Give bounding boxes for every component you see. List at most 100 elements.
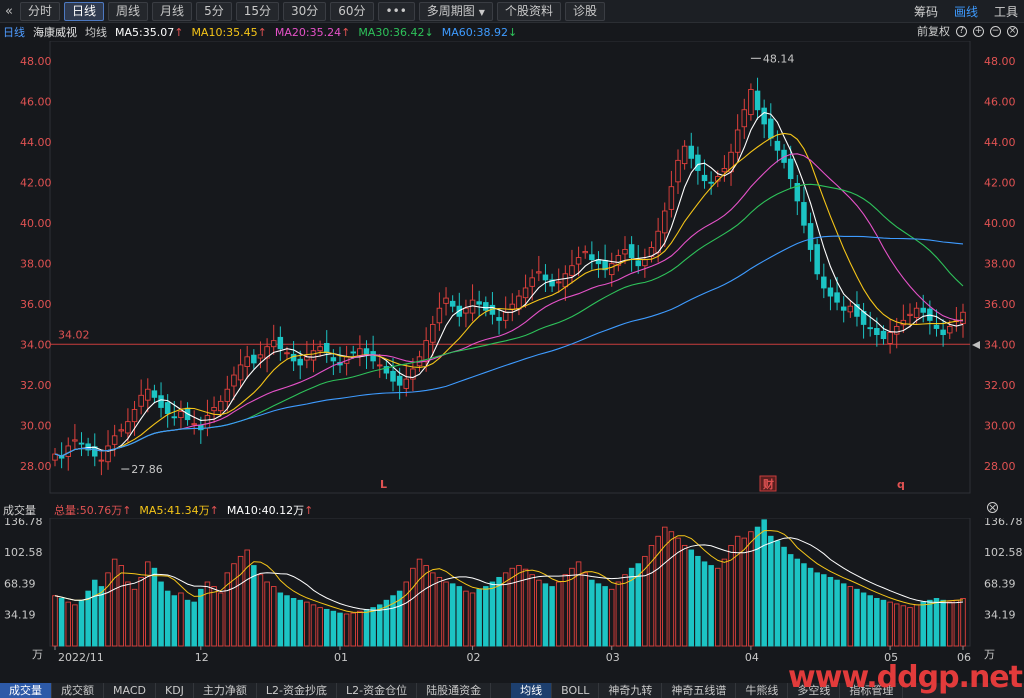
volume-bar bbox=[350, 612, 356, 647]
volume-bar bbox=[449, 583, 456, 647]
date-label: 04 bbox=[745, 651, 759, 664]
period-button-9[interactable]: 多周期图 ▼ bbox=[418, 2, 493, 21]
y-tick-right: 38.00 bbox=[984, 258, 1016, 271]
candle-body bbox=[125, 421, 131, 434]
period-button-5[interactable]: 15分 bbox=[235, 2, 279, 21]
volume-bar bbox=[847, 586, 854, 647]
toolbar-right-0[interactable]: 筹码 bbox=[914, 3, 938, 20]
ma60-line bbox=[54, 235, 964, 457]
volume-bar bbox=[781, 546, 787, 647]
candle-body bbox=[522, 287, 529, 299]
volume-bar bbox=[78, 599, 85, 647]
candle-body bbox=[509, 303, 516, 310]
indicator-tab-1[interactable]: 成交额 bbox=[52, 683, 104, 698]
volume-bar bbox=[754, 526, 761, 647]
candle-body bbox=[198, 424, 204, 431]
candle-body bbox=[681, 145, 688, 165]
volume-bar bbox=[953, 599, 960, 647]
volume-bar bbox=[217, 592, 224, 647]
candle-body bbox=[443, 297, 449, 304]
volume-bar bbox=[787, 554, 794, 647]
period-button-3[interactable]: 月线 bbox=[152, 2, 193, 21]
indicator-tab-12[interactable]: 牛熊线 bbox=[736, 683, 789, 698]
indicator-tab-4[interactable]: 主力净额 bbox=[194, 683, 257, 698]
volume-bar bbox=[549, 586, 555, 647]
indicator-tab-7[interactable]: 陆股通资金 bbox=[417, 683, 492, 698]
period-button-11[interactable]: 诊股 bbox=[564, 2, 605, 21]
candle-body bbox=[244, 356, 250, 367]
volume-bar bbox=[290, 598, 297, 647]
indicator-tab-3[interactable]: KDJ bbox=[156, 683, 194, 698]
y-tick-right: 44.00 bbox=[984, 136, 1016, 149]
indicator-tab-6[interactable]: L2-资金仓位 bbox=[337, 683, 418, 698]
candle-body bbox=[98, 459, 105, 462]
volume-title: 成交量 bbox=[3, 504, 36, 517]
y-tick-right: 34.00 bbox=[984, 339, 1016, 352]
indicator-tab-5[interactable]: L2-资金抄底 bbox=[257, 683, 338, 698]
candle-body bbox=[363, 348, 370, 356]
period-button-2[interactable]: 周线 bbox=[108, 2, 149, 21]
y-tick-left: 32.00 bbox=[20, 379, 52, 392]
volume-bar bbox=[880, 599, 887, 647]
indicator-tab-11[interactable]: 神奇五线谱 bbox=[662, 683, 737, 698]
indicator-tab-2[interactable]: MACD bbox=[104, 683, 156, 698]
indicator-tab-0[interactable]: 成交量 bbox=[0, 683, 52, 698]
volume-bar bbox=[118, 565, 125, 647]
volume-bar bbox=[675, 537, 681, 647]
plus-icon[interactable]: + bbox=[973, 25, 984, 37]
candle-body bbox=[463, 307, 469, 314]
double-chevron-left-icon[interactable]: « bbox=[2, 4, 16, 19]
volume-bar bbox=[443, 581, 449, 647]
ma30-value: MA30:36.42↓ bbox=[358, 25, 434, 39]
toolbar-right-2[interactable]: 工具 bbox=[994, 3, 1018, 20]
period-button-0[interactable]: 分时 bbox=[20, 2, 61, 21]
period-button-4[interactable]: 5分 bbox=[196, 2, 232, 21]
y-tick-left: 46.00 bbox=[20, 96, 52, 109]
question-icon[interactable]: ? bbox=[956, 25, 967, 37]
indicator-tab-9[interactable]: BOLL bbox=[552, 683, 600, 698]
period-button-7[interactable]: 60分 bbox=[330, 2, 374, 21]
minus-icon[interactable]: − bbox=[990, 25, 1001, 37]
volume-bar bbox=[622, 574, 628, 647]
volume-bar bbox=[131, 588, 138, 647]
candle-body bbox=[867, 327, 873, 330]
ma5-value: MA5:35.07↑ bbox=[115, 25, 184, 39]
candle-body bbox=[436, 307, 443, 324]
close-icon[interactable]: × bbox=[1007, 25, 1018, 37]
period-button-1[interactable]: 日线 bbox=[64, 2, 105, 21]
candle-body bbox=[880, 330, 887, 340]
avg-line-label[interactable]: 均线 bbox=[85, 24, 107, 40]
period-button-10[interactable]: 个股资料 bbox=[496, 2, 561, 21]
candle-body bbox=[721, 168, 728, 173]
volume-chart[interactable]: 136.78 136.78 102.58 102.58 68.39 68.39 34.19 3… bbox=[0, 518, 1024, 683]
y-tick-right: 48.00 bbox=[984, 55, 1016, 68]
adjust-select[interactable]: 前复权 bbox=[917, 23, 950, 39]
volume-bar bbox=[469, 592, 476, 647]
volume-bar bbox=[946, 601, 953, 647]
period-button-8[interactable]: ••• bbox=[377, 2, 415, 21]
volume-bar bbox=[715, 567, 721, 647]
volume-bar bbox=[522, 568, 529, 647]
toolbar-right-1[interactable]: 画线 bbox=[954, 3, 978, 20]
volume-bar bbox=[940, 599, 946, 647]
y-tick-left: 40.00 bbox=[20, 217, 52, 230]
candle-body bbox=[754, 90, 761, 111]
volume-bar bbox=[807, 567, 814, 647]
volume-bar bbox=[58, 598, 65, 647]
volume-y-tick-right: 34.19 bbox=[984, 609, 1016, 622]
volume-bar bbox=[277, 592, 284, 647]
volume-bar bbox=[681, 544, 688, 647]
volume-bar bbox=[436, 576, 443, 647]
candle-body bbox=[874, 328, 880, 335]
price-chart[interactable]: 48.00 48.00 46.00 46.00 44.00 44.00 42.00 42.00… bbox=[0, 41, 1024, 495]
y-tick-left: 48.00 bbox=[20, 55, 52, 68]
volume-total: 总量:50.76万↑ bbox=[54, 504, 132, 517]
period-button-6[interactable]: 30分 bbox=[282, 2, 327, 21]
volume-close-icon[interactable]: × bbox=[987, 502, 998, 513]
volume-bar bbox=[151, 567, 158, 647]
volume-bar bbox=[125, 581, 131, 647]
indicator-tab-8[interactable]: 均线 bbox=[511, 683, 553, 698]
volume-y-tick-right: 68.39 bbox=[984, 577, 1016, 590]
indicator-tab-10[interactable]: 神奇九转 bbox=[599, 683, 663, 698]
current-price-arrow-icon bbox=[972, 341, 980, 349]
